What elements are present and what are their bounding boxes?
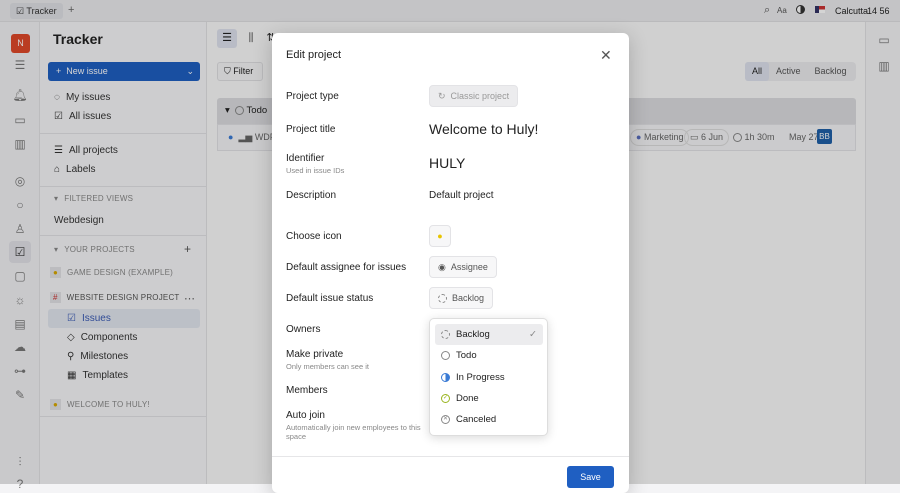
backlog-icon [441, 330, 450, 339]
refresh-icon: ↻ [438, 90, 446, 101]
project-title-input[interactable]: Welcome to Huly! [429, 121, 538, 137]
modal-title: Edit project [286, 49, 342, 61]
status-option-done[interactable]: ✓ Done [435, 388, 543, 409]
project-type-label: Project type [286, 91, 339, 102]
close-icon[interactable]: ✕ [600, 47, 612, 64]
done-icon: ✓ [441, 394, 450, 403]
todo-icon [441, 351, 450, 360]
description-label: Description [286, 190, 337, 201]
identifier-label: Identifier Used in issue IDs [286, 153, 345, 175]
assignee-button[interactable]: ◉ Assignee [429, 256, 497, 278]
default-assignee-label: Default assignee for issues [286, 262, 407, 273]
identifier-input[interactable]: HULY [429, 155, 465, 171]
status-button[interactable]: Backlog [429, 287, 494, 309]
description-input[interactable]: Default project [429, 190, 493, 201]
check-icon: ✓ [529, 329, 537, 340]
status-option-backlog[interactable]: Backlog ✓ [435, 324, 543, 345]
in-progress-icon [441, 373, 450, 382]
choose-icon-label: Choose icon [286, 231, 342, 242]
choose-icon-button[interactable]: ● [429, 225, 451, 247]
project-title-label: Project title [286, 124, 336, 135]
owners-label: Owners [286, 324, 321, 335]
canceled-icon: ✕ [441, 415, 450, 424]
members-label: Members [286, 385, 328, 396]
status-option-canceled[interactable]: ✕ Canceled [435, 409, 543, 430]
auto-join-label: Auto join Automatically join new employee… [286, 410, 421, 441]
status-option-in-progress[interactable]: In Progress [435, 367, 543, 388]
save-button[interactable]: Save [567, 466, 614, 488]
backlog-icon [438, 293, 447, 303]
make-private-label: Make private Only members can see it [286, 349, 369, 371]
project-type-button: ↻ Classic project [429, 85, 519, 107]
divider [272, 456, 629, 457]
status-dropdown: Backlog ✓ Todo In Progress ✓ Done ✕ Cancele… [429, 318, 548, 436]
default-status-label: Default issue status [286, 293, 374, 304]
status-option-todo[interactable]: Todo [435, 345, 543, 366]
person-icon: ◉ [438, 261, 446, 272]
